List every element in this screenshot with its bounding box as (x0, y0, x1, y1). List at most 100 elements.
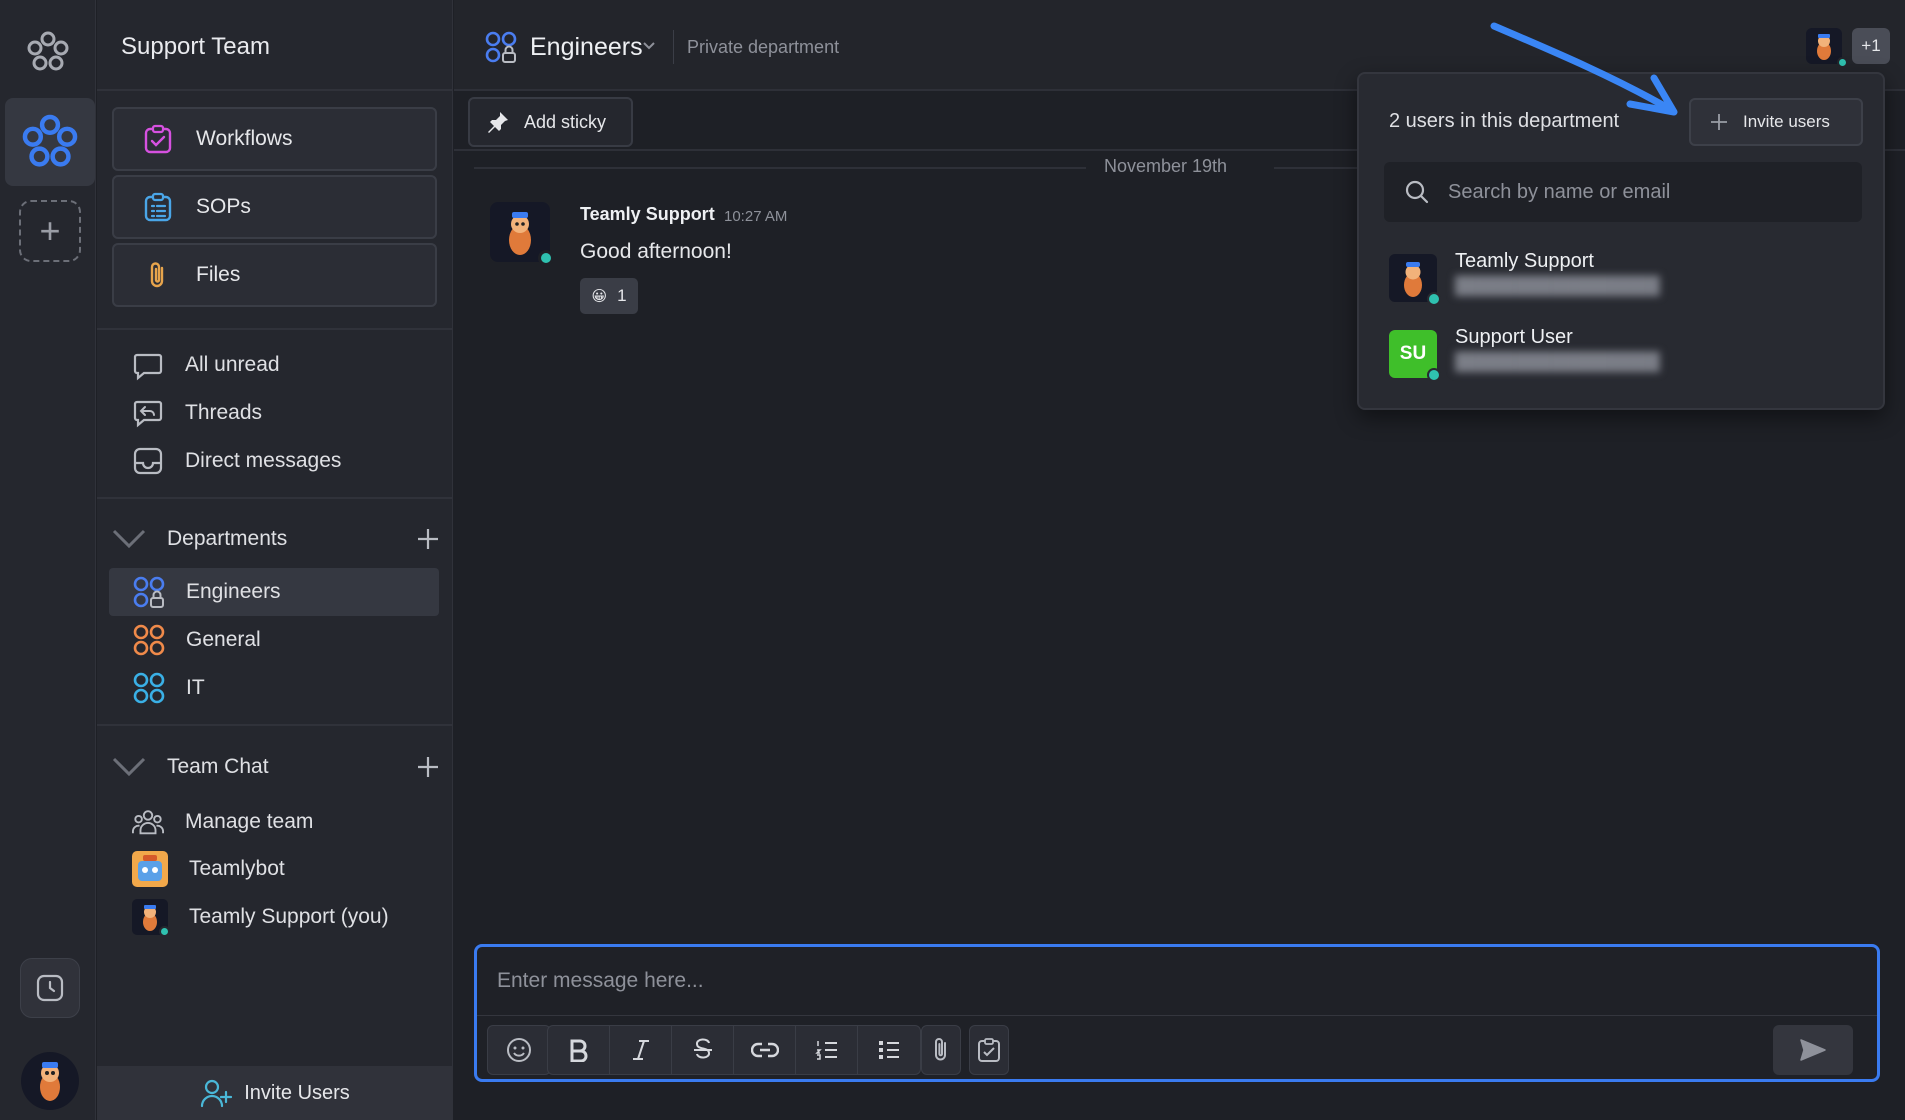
member-row[interactable]: SU Support User █████████████████ (1389, 324, 1849, 384)
task-button-group (969, 1025, 1009, 1075)
italic-icon (632, 1040, 649, 1060)
ordered-list-button[interactable] (796, 1026, 858, 1074)
attach-button-group (921, 1025, 961, 1075)
chevron-down-icon[interactable] (641, 40, 657, 52)
chat-bubble-icon (132, 349, 164, 381)
member-row[interactable]: Teamly Support █████████████████ (1389, 248, 1849, 308)
link-icon (750, 1042, 779, 1058)
invite-users-label: Invite users (1743, 112, 1830, 131)
message-input[interactable]: Enter message here... (497, 969, 704, 993)
message-composer[interactable]: Enter message here... (474, 944, 1880, 1082)
workspace-support-team-button[interactable] (5, 98, 95, 186)
add-user-icon (201, 1079, 233, 1108)
send-button[interactable] (1773, 1025, 1853, 1075)
sops-card[interactable]: SOPs (112, 175, 437, 239)
nav-teamly-support-you[interactable]: Teamly Support (you) (132, 897, 389, 937)
files-card[interactable]: Files (112, 243, 437, 307)
teamlybot-avatar (132, 851, 168, 887)
add-workspace-button[interactable]: + (19, 200, 81, 262)
card-label: SOPs (196, 195, 251, 218)
member-search-input[interactable]: Search by name or email (1384, 162, 1862, 222)
department-engineers[interactable]: Engineers (109, 568, 439, 616)
bullet-list-icon (879, 1041, 899, 1059)
emoji-button-group (487, 1025, 551, 1075)
divider (97, 497, 453, 499)
profile-avatar[interactable] (21, 1052, 79, 1110)
invite-users-popover-button[interactable]: Invite users (1689, 98, 1863, 146)
message-author[interactable]: Teamly Support (580, 204, 715, 225)
history-button[interactable] (20, 958, 80, 1018)
format-button-group (547, 1025, 921, 1075)
italic-button[interactable] (610, 1026, 672, 1074)
nav-direct-messages[interactable]: Direct messages (132, 441, 341, 481)
attach-button[interactable] (922, 1026, 960, 1074)
department-general[interactable]: General (109, 616, 439, 664)
department-label: IT (186, 676, 205, 699)
link-button[interactable] (734, 1026, 796, 1074)
bullet-list-button[interactable] (858, 1026, 920, 1074)
online-status-dot (538, 250, 554, 266)
pin-icon (488, 112, 508, 133)
section-title: Departments (167, 527, 288, 550)
nav-label: Teamly Support (you) (189, 905, 389, 928)
divider (474, 167, 1086, 169)
team-chat-section-header[interactable]: Team Chat (111, 747, 441, 787)
online-status-dot (1427, 368, 1441, 382)
card-label: Files (196, 263, 241, 286)
nav-label: Teamlybot (189, 857, 285, 880)
bold-button[interactable] (548, 1026, 610, 1074)
search-placeholder: Search by name or email (1448, 180, 1671, 203)
inbox-icon (132, 445, 164, 477)
online-status-dot (159, 926, 170, 937)
member-name: Support User (1455, 326, 1573, 348)
task-icon (978, 1038, 1000, 1062)
emoji-button[interactable] (488, 1026, 550, 1074)
support-avatar (132, 899, 170, 937)
department-icon (133, 672, 165, 704)
nav-label: Direct messages (185, 449, 342, 472)
divider (97, 328, 453, 330)
message-text: Good afternoon! (580, 240, 732, 263)
clock-icon (36, 974, 64, 1002)
invite-users-label: Invite Users (244, 1081, 350, 1104)
divider (477, 1015, 1877, 1016)
invite-users-button[interactable]: Invite Users (97, 1066, 453, 1120)
departments-section-header[interactable]: Departments (111, 519, 441, 559)
teamly-logo-icon[interactable] (26, 30, 70, 74)
department-icon (133, 624, 165, 656)
nav-label: Manage team (185, 810, 314, 833)
chevron-down-icon (112, 757, 146, 777)
department-label: Engineers (186, 580, 281, 603)
reaction-emoji: 😀 (591, 288, 608, 305)
emoji-icon (507, 1038, 531, 1062)
members-more-button[interactable]: +1 (1852, 28, 1890, 64)
header-separator (673, 30, 674, 64)
add-chat-icon[interactable] (415, 754, 441, 780)
workflows-card[interactable]: Workflows (112, 107, 437, 171)
nav-all-unread[interactable]: All unread (132, 345, 280, 385)
member-avatar[interactable] (1806, 28, 1842, 64)
ordered-list-icon (814, 1041, 837, 1060)
chevron-down-icon (112, 529, 146, 549)
nav-threads[interactable]: Threads (132, 393, 262, 433)
online-status-dot (1427, 292, 1441, 306)
nav-label: Threads (185, 401, 263, 424)
add-sticky-label: Add sticky (524, 111, 607, 132)
annotation-arrow-icon (1490, 22, 1678, 116)
add-sticky-button[interactable]: Add sticky (468, 97, 633, 147)
member-email-redacted: █████████████████ (1455, 352, 1660, 371)
strikethrough-button[interactable] (672, 1026, 734, 1074)
paperclip-icon (150, 262, 164, 288)
workspace-title[interactable]: Support Team (121, 33, 270, 61)
nav-teamlybot[interactable]: Teamlybot (132, 849, 285, 889)
nav-manage-team[interactable]: Manage team (132, 802, 313, 842)
task-button[interactable] (970, 1026, 1008, 1074)
clipboard-list-icon (144, 192, 172, 222)
department-members-popover: 2 users in this department Invite users … (1357, 72, 1885, 410)
plus-icon: + (39, 210, 61, 251)
department-it[interactable]: IT (109, 664, 439, 712)
reaction-chip[interactable]: 😀 1 (580, 278, 638, 314)
plus-icon (1711, 114, 1727, 130)
add-department-icon[interactable] (415, 526, 441, 552)
channel-title[interactable]: Engineers (530, 33, 643, 62)
